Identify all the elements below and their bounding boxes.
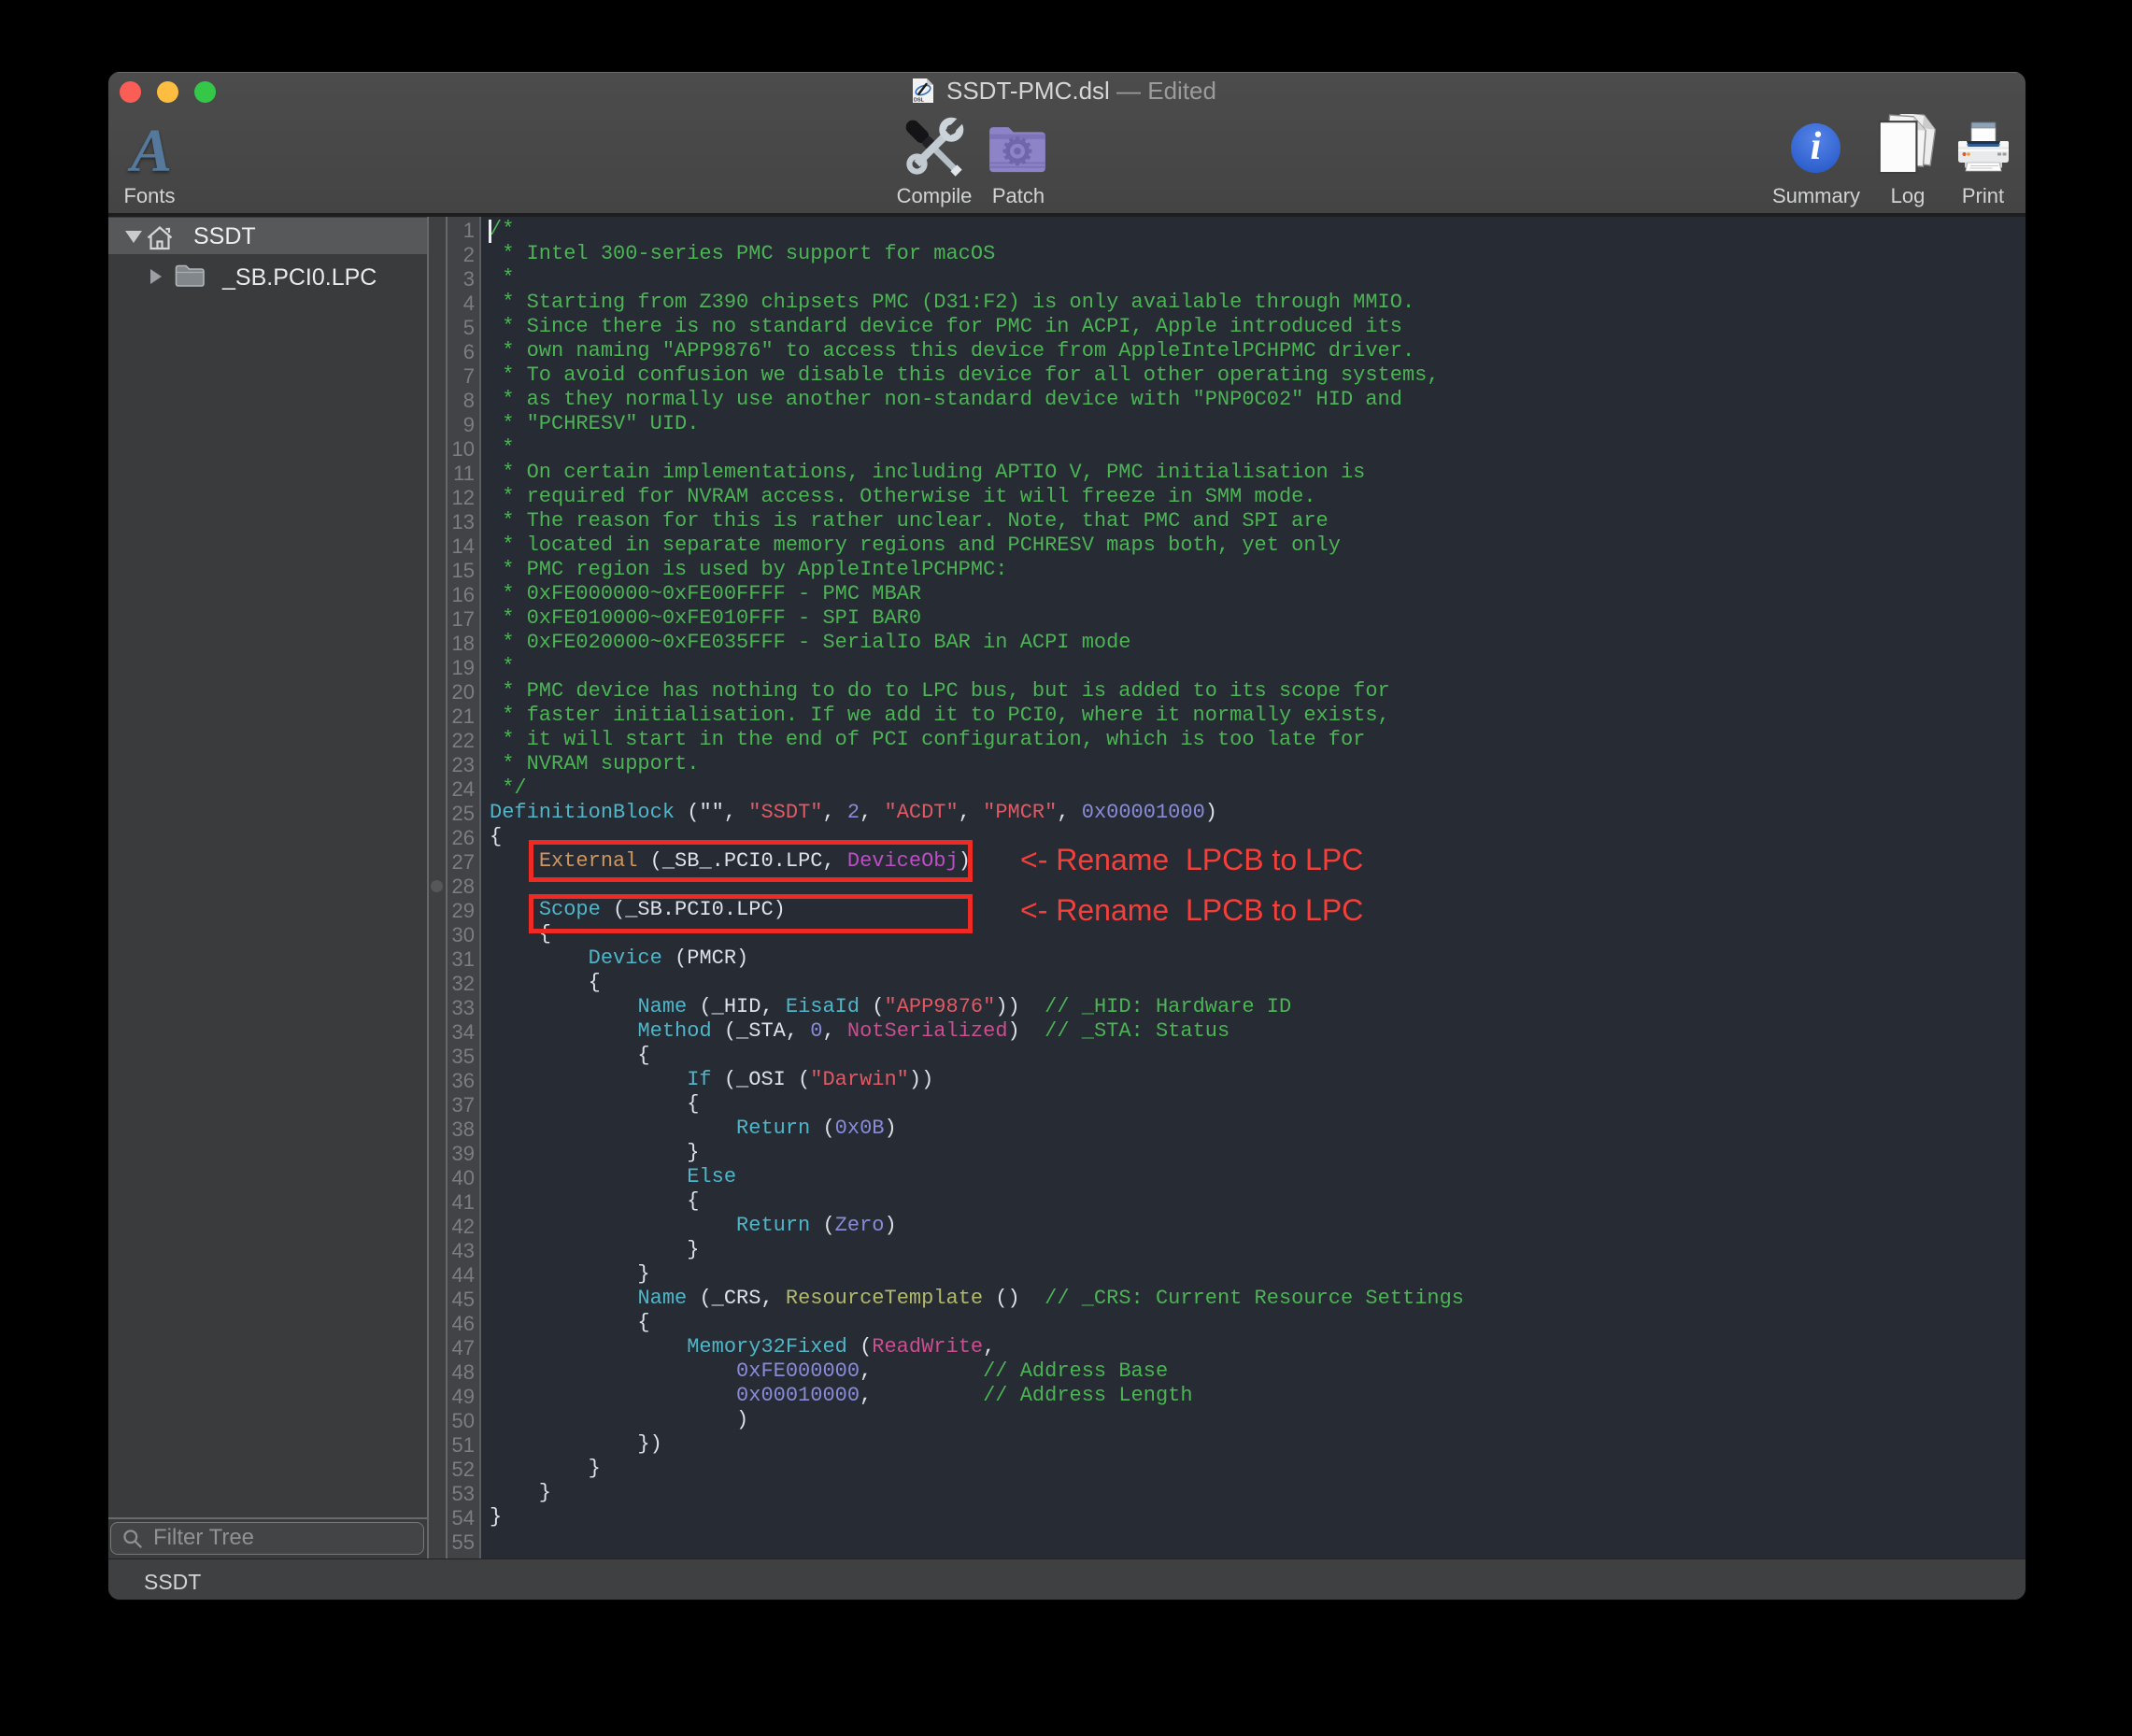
- svg-text:DSL: DSL: [914, 98, 925, 104]
